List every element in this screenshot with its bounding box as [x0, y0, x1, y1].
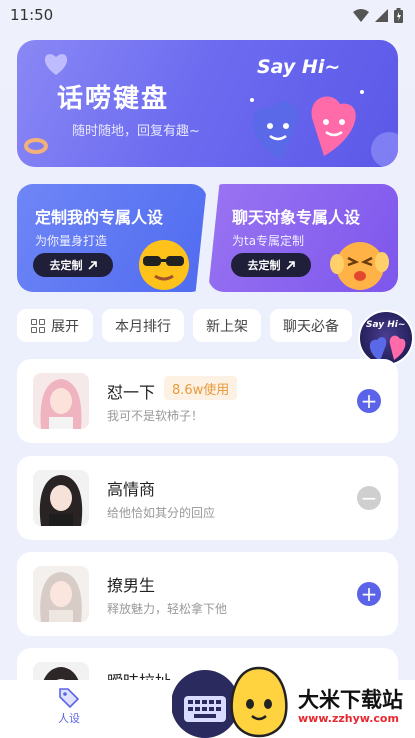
promo-subtitle: 为你量身打造: [35, 234, 108, 248]
tag-icon: [59, 688, 80, 708]
battery-icon: [394, 7, 403, 23]
status-bar: 11:50: [0, 0, 415, 30]
promo-title: 聊天对象专属人设: [232, 208, 361, 227]
watermark: 大米下载站 www.zzhyw.com: [172, 664, 415, 738]
cool-emoji-icon: [139, 240, 189, 290]
signal-icon: [375, 8, 388, 22]
customize-label: 去定制: [49, 259, 83, 272]
status-icons: [353, 7, 403, 23]
remove-persona-button[interactable]: −: [357, 486, 381, 510]
nav-label: 人设: [58, 712, 80, 725]
persona-card[interactable]: 怼一下 8.6w使用 我可不是软柿子！ +: [17, 359, 398, 443]
persona-card[interactable]: 撩男生 释放魅力，轻松拿下他 +: [17, 552, 398, 636]
nav-item-persona[interactable]: 人设: [52, 686, 86, 726]
customize-button[interactable]: 去定制: [231, 253, 311, 277]
persona-description: 给他恰如其分的回应: [107, 506, 216, 520]
watermark-title: 大米下载站: [298, 688, 403, 712]
persona-description: 我可不是软柿子！: [107, 409, 204, 423]
persona-card[interactable]: 高情商 给他恰如其分的回应 −: [17, 456, 398, 540]
minus-icon: −: [360, 486, 378, 510]
add-persona-button[interactable]: +: [357, 389, 381, 413]
excited-emoji-icon: [330, 242, 389, 290]
avatar: [33, 470, 89, 526]
promo-subtitle: 为ta专属定制: [232, 234, 305, 248]
grid-icon: [31, 318, 45, 333]
watermark-url: www.zzhyw.com: [298, 712, 399, 725]
customize-button[interactable]: 去定制: [33, 253, 113, 277]
heart-deco-icon: [44, 54, 68, 75]
avatar: [33, 373, 89, 429]
plus-icon: +: [360, 389, 378, 413]
hearts-mascot-icon: [369, 335, 406, 361]
promo-card-my-persona[interactable]: 定制我的专属人设 为你量身打造 去定制: [17, 184, 207, 292]
hearts-mascot-icon: [250, 90, 364, 160]
persona-name: 高情商: [107, 480, 156, 499]
avatar: [33, 566, 89, 622]
hero-title: 话唠键盘: [57, 84, 170, 114]
wifi-icon: [353, 8, 369, 22]
hero-banner[interactable]: 话唠键盘 随时随地，回复有趣~ Say Hi~: [17, 40, 398, 167]
persona-name: 怼一下: [107, 383, 156, 402]
arrow-up-right-icon: [87, 260, 97, 270]
expand-filter-button[interactable]: 展开: [17, 309, 93, 342]
tab-new-arrivals[interactable]: 新上架: [193, 309, 261, 342]
tab-chat-essentials[interactable]: 聊天必备: [270, 309, 352, 342]
plus-icon: +: [360, 582, 378, 606]
usage-badge: 8.6w使用: [164, 376, 238, 400]
ring-deco-icon: [24, 138, 48, 154]
promo-title: 定制我的专属人设: [35, 208, 164, 227]
promo-card-chat-persona[interactable]: 聊天对象专属人设 为ta专属定制 去定制: [208, 184, 398, 292]
expand-label: 展开: [51, 318, 79, 335]
hero-tagline: Say Hi~: [257, 56, 341, 78]
persona-description: 释放魅力，轻松拿下他: [107, 602, 228, 616]
rice-mascot-icon: [230, 666, 288, 738]
floating-sayhi-button[interactable]: Say Hi~: [358, 310, 414, 366]
add-persona-button[interactable]: +: [357, 582, 381, 606]
bubble-deco-icon: [371, 132, 398, 167]
filter-bar: 展开 本月排行 新上架 聊天必备: [17, 309, 415, 342]
tab-monthly-ranking[interactable]: 本月排行: [102, 309, 184, 342]
arrow-up-right-icon: [285, 260, 295, 270]
customize-label: 去定制: [247, 259, 281, 272]
persona-name: 撩男生: [107, 576, 156, 595]
hero-subtitle: 随时随地，回复有趣~: [72, 124, 200, 139]
floating-tagline: Say Hi~: [366, 320, 406, 330]
status-time: 11:50: [10, 6, 54, 24]
